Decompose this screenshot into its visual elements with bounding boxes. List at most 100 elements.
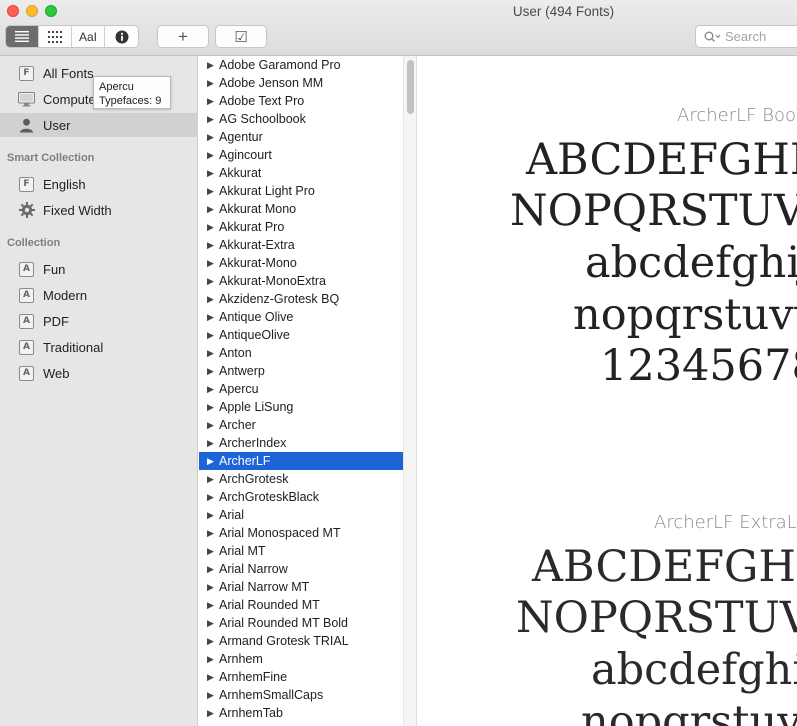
disclosure-triangle-icon[interactable]: ▶ xyxy=(207,276,219,287)
font-list-scrollbar[interactable] xyxy=(403,56,417,726)
disclosure-triangle-icon[interactable]: ▶ xyxy=(207,60,219,71)
font-list-item[interactable]: ▶ Arial MT xyxy=(199,542,403,560)
disclosure-triangle-icon[interactable]: ▶ xyxy=(207,546,219,557)
scrollbar-thumb[interactable] xyxy=(407,60,414,114)
font-list-item[interactable]: ▶ Akkurat-Mono xyxy=(199,254,403,272)
font-list-item[interactable]: ▶ Arial Rounded MT Bold xyxy=(199,614,403,632)
sidebar-item-fun[interactable]: A Fun xyxy=(0,257,198,281)
font-list-item[interactable]: ▶ ArnhemTab xyxy=(199,704,403,722)
font-list-item[interactable]: ▶ Arial Narrow MT xyxy=(199,578,403,596)
disclosure-triangle-icon[interactable]: ▶ xyxy=(207,438,219,449)
disclosure-triangle-icon[interactable]: ▶ xyxy=(207,456,219,467)
font-list-item[interactable]: ▶ Akzidenz-Grotesk BQ xyxy=(199,290,403,308)
preview-lowercase-2: nopqrstuvwxyz xyxy=(573,290,797,340)
search-field[interactable] xyxy=(695,25,797,48)
font-list-item[interactable]: ▶ Arial xyxy=(199,506,403,524)
font-list-item[interactable]: ▶ Adobe Garamond Pro xyxy=(199,56,403,74)
disclosure-triangle-icon[interactable]: ▶ xyxy=(207,420,219,431)
font-list-item[interactable]: ▶ AntiqueOlive xyxy=(199,326,403,344)
font-list-item[interactable]: ▶ Akkurat Pro xyxy=(199,218,403,236)
font-list-item[interactable]: ▶ Agincourt xyxy=(199,146,403,164)
validate-font-button[interactable]: ☑ xyxy=(215,25,267,48)
disclosure-triangle-icon[interactable]: ▶ xyxy=(207,312,219,323)
disclosure-triangle-icon[interactable]: ▶ xyxy=(207,510,219,521)
disclosure-triangle-icon[interactable]: ▶ xyxy=(207,258,219,269)
disclosure-triangle-icon[interactable]: ▶ xyxy=(207,186,219,197)
disclosure-triangle-icon[interactable]: ▶ xyxy=(207,204,219,215)
font-list-item[interactable]: ▶ AG Schoolbook xyxy=(199,110,403,128)
font-list-item[interactable]: ▶ ArcherLF xyxy=(199,452,403,470)
disclosure-triangle-icon[interactable]: ▶ xyxy=(207,654,219,665)
font-list-item[interactable]: ▶ Armand Grotesk TRIAL xyxy=(199,632,403,650)
disclosure-triangle-icon[interactable]: ▶ xyxy=(207,114,219,125)
disclosure-triangle-icon[interactable]: ▶ xyxy=(207,600,219,611)
sidebar-item-english[interactable]: F English xyxy=(0,172,198,196)
sample-view-button[interactable]: AaI xyxy=(72,26,105,47)
disclosure-triangle-icon[interactable]: ▶ xyxy=(207,384,219,395)
font-list-item[interactable]: ▶ Antique Olive xyxy=(199,308,403,326)
sidebar-item-traditional[interactable]: A Traditional xyxy=(0,335,198,359)
disclosure-triangle-icon[interactable]: ▶ xyxy=(207,564,219,575)
disclosure-triangle-icon[interactable]: ▶ xyxy=(207,618,219,629)
list-view-button[interactable] xyxy=(6,26,39,47)
font-list-item[interactable]: ▶ ArchGrotesk xyxy=(199,470,403,488)
font-list-item[interactable]: ▶ Akkurat Light Pro xyxy=(199,182,403,200)
disclosure-triangle-icon[interactable]: ▶ xyxy=(207,528,219,539)
font-list-item[interactable]: ▶ Apercu xyxy=(199,380,403,398)
font-list-item[interactable]: ▶ Arial Rounded MT xyxy=(199,596,403,614)
disclosure-triangle-icon[interactable]: ▶ xyxy=(207,690,219,701)
disclosure-triangle-icon[interactable]: ▶ xyxy=(207,78,219,89)
sidebar-item-user[interactable]: User xyxy=(0,113,198,137)
font-list-item[interactable]: ▶ Arial Monospaced MT xyxy=(199,524,403,542)
font-list-item[interactable]: ▶ Antwerp xyxy=(199,362,403,380)
font-family-name: Akkurat Pro xyxy=(219,220,285,234)
grid-view-button[interactable] xyxy=(39,26,72,47)
font-family-name: Arial Monospaced MT xyxy=(219,526,341,540)
disclosure-triangle-icon[interactable]: ▶ xyxy=(207,132,219,143)
disclosure-triangle-icon[interactable]: ▶ xyxy=(207,366,219,377)
disclosure-triangle-icon[interactable]: ▶ xyxy=(207,474,219,485)
font-list-item[interactable]: ▶ Akkurat xyxy=(199,164,403,182)
disclosure-triangle-icon[interactable]: ▶ xyxy=(207,240,219,251)
disclosure-triangle-icon[interactable]: ▶ xyxy=(207,330,219,341)
font-list-item[interactable]: ▶ Akkurat-MonoExtra xyxy=(199,272,403,290)
font-list-item[interactable]: ▶ Apple LiSung xyxy=(199,398,403,416)
font-list-item[interactable]: ▶ ArcherIndex xyxy=(199,434,403,452)
font-list-item[interactable]: ▶ ArnhemFine xyxy=(199,668,403,686)
add-font-button[interactable]: + xyxy=(157,25,209,48)
font-list-item[interactable]: ▶ Arial Narrow xyxy=(199,560,403,578)
disclosure-triangle-icon[interactable]: ▶ xyxy=(207,402,219,413)
font-list-item[interactable]: ▶ Anton xyxy=(199,344,403,362)
font-list-item[interactable]: ▶ Akkurat Mono xyxy=(199,200,403,218)
font-list-item[interactable]: ▶ Adobe Text Pro xyxy=(199,92,403,110)
disclosure-triangle-icon[interactable]: ▶ xyxy=(207,96,219,107)
font-list-item[interactable]: ▶ Akkurat-Extra xyxy=(199,236,403,254)
font-list-item[interactable]: ▶ Archer xyxy=(199,416,403,434)
sidebar-item-pdf[interactable]: A PDF xyxy=(0,309,198,333)
font-family-name: ArchGroteskBlack xyxy=(219,490,320,504)
font-family-name: Apercu xyxy=(219,382,259,396)
font-preview-pane: ArcherLF Book ABCDEFGHIJKLM NOPQRSTUVWXY… xyxy=(418,56,797,726)
font-list-item[interactable]: ▶ ArnhemSmallCaps xyxy=(199,686,403,704)
search-input[interactable] xyxy=(725,29,795,44)
font-list-item[interactable]: ▶ Agentur xyxy=(199,128,403,146)
font-list-item[interactable]: ▶ Arnhem xyxy=(199,650,403,668)
disclosure-triangle-icon[interactable]: ▶ xyxy=(207,222,219,233)
font-family-name: Adobe Text Pro xyxy=(219,94,305,108)
disclosure-triangle-icon[interactable]: ▶ xyxy=(207,582,219,593)
disclosure-triangle-icon[interactable]: ▶ xyxy=(207,708,219,719)
info-icon xyxy=(115,30,128,43)
font-list-item[interactable]: ▶ Adobe Jenson MM xyxy=(199,74,403,92)
disclosure-triangle-icon[interactable]: ▶ xyxy=(207,636,219,647)
sidebar-item-fixed-width[interactable]: Fixed Width xyxy=(0,198,198,222)
sidebar-item-modern[interactable]: A Modern xyxy=(0,283,198,307)
disclosure-triangle-icon[interactable]: ▶ xyxy=(207,168,219,179)
sidebar-item-web[interactable]: A Web xyxy=(0,361,198,385)
disclosure-triangle-icon[interactable]: ▶ xyxy=(207,348,219,359)
disclosure-triangle-icon[interactable]: ▶ xyxy=(207,492,219,503)
disclosure-triangle-icon[interactable]: ▶ xyxy=(207,672,219,683)
font-list-item[interactable]: ▶ ArchGroteskBlack xyxy=(199,488,403,506)
disclosure-triangle-icon[interactable]: ▶ xyxy=(207,150,219,161)
disclosure-triangle-icon[interactable]: ▶ xyxy=(207,294,219,305)
info-view-button[interactable] xyxy=(105,26,138,47)
